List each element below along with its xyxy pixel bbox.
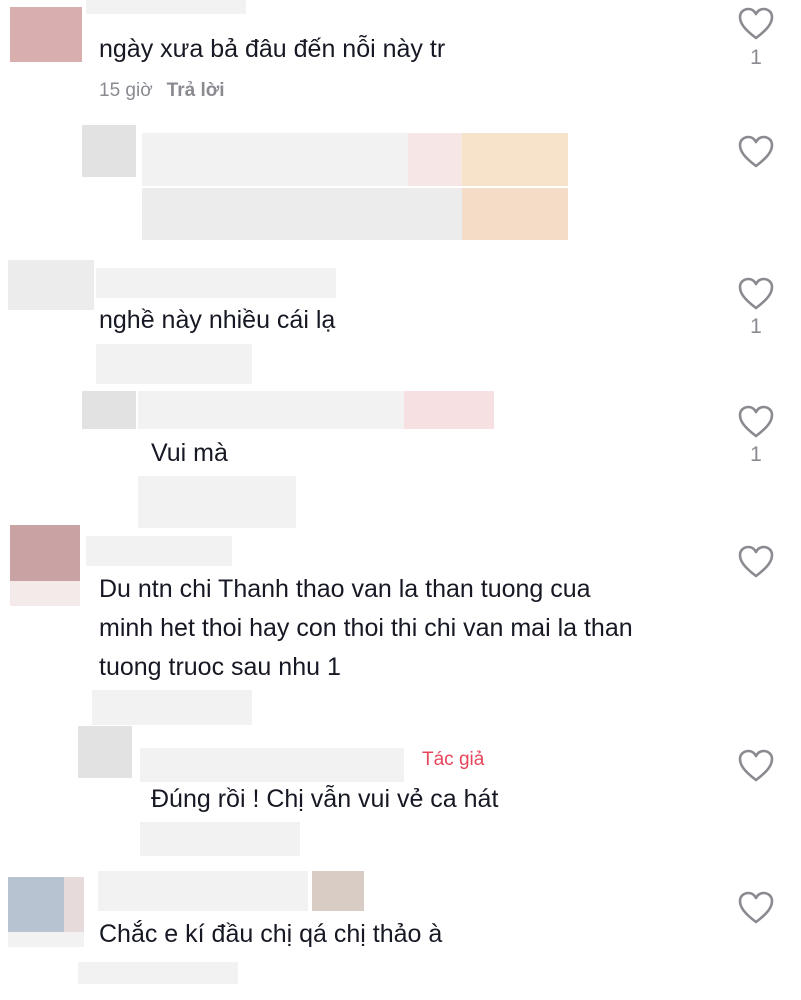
- avatar[interactable]: [8, 877, 64, 932]
- blurred-block: [462, 133, 568, 186]
- avatar-fragment: [64, 877, 84, 932]
- like-button[interactable]: [738, 277, 774, 311]
- comment-meta: 15 giờ Trả lời: [99, 80, 225, 102]
- like-button[interactable]: [738, 891, 774, 925]
- comment-text-line-2: minh het thoi hay con thoi thi chi van m…: [99, 614, 633, 642]
- like-count: 1: [750, 46, 762, 69]
- avatar[interactable]: [10, 525, 80, 581]
- like-button[interactable]: [738, 405, 774, 439]
- heart-outline-icon: [738, 135, 774, 168]
- author-badge: Tác giả: [422, 749, 485, 770]
- comment-meta-blurred: [96, 344, 252, 384]
- comment-meta-blurred: [138, 476, 296, 528]
- heart-outline-icon: [738, 7, 774, 40]
- avatar[interactable]: [82, 125, 136, 177]
- blurred-block: [312, 871, 364, 911]
- comment-meta-blurred: [78, 962, 238, 984]
- comment-text: nghề này nhiều cái lạ: [99, 306, 336, 334]
- username-blurred[interactable]: [138, 391, 404, 429]
- username-blurred[interactable]: [86, 0, 246, 14]
- comment-meta-blurred: [140, 822, 300, 856]
- like-button[interactable]: [738, 135, 774, 169]
- heart-outline-icon: [738, 891, 774, 924]
- like-count: 1: [750, 315, 762, 338]
- heart-outline-icon: [738, 405, 774, 438]
- like-button[interactable]: [738, 7, 774, 41]
- username-blurred[interactable]: [98, 871, 308, 911]
- username-blurred[interactable]: [86, 536, 232, 566]
- username-blurred[interactable]: [140, 748, 404, 782]
- avatar[interactable]: [78, 726, 132, 778]
- avatar[interactable]: [8, 260, 94, 310]
- heart-outline-icon: [738, 545, 774, 578]
- comment-text: ngày xưa bả đâu đến nỗi này tr: [99, 35, 446, 63]
- heart-outline-icon: [738, 749, 774, 782]
- heart-outline-icon: [738, 277, 774, 310]
- blurred-block: [462, 188, 568, 240]
- comment-text: Vui mà: [151, 439, 228, 467]
- avatar[interactable]: [82, 391, 136, 429]
- comment-meta-blurred: [92, 690, 252, 725]
- comment-text-line-3: tuong truoc sau nhu 1: [99, 653, 341, 681]
- comment-text: Đúng rồi ! Chị vẫn vui vẻ ca hát: [151, 785, 499, 813]
- reply-button[interactable]: Trả lời: [167, 80, 225, 101]
- blurred-block: [408, 133, 462, 186]
- comment-text: Chắc e kí đầu chị qá chị thảo à: [99, 920, 443, 948]
- username-blurred[interactable]: [96, 268, 336, 298]
- comment-time: 15 giờ: [99, 80, 153, 101]
- like-count: 1: [750, 443, 762, 466]
- blurred-block: [404, 391, 494, 429]
- avatar[interactable]: [10, 7, 82, 62]
- comment-text-line-1: Du ntn chi Thanh thao van la than tuong …: [99, 575, 591, 603]
- like-button[interactable]: [738, 545, 774, 579]
- avatar-fragment: [10, 581, 80, 606]
- avatar-fragment: [8, 932, 84, 947]
- blurred-text: [142, 188, 462, 240]
- like-button[interactable]: [738, 749, 774, 783]
